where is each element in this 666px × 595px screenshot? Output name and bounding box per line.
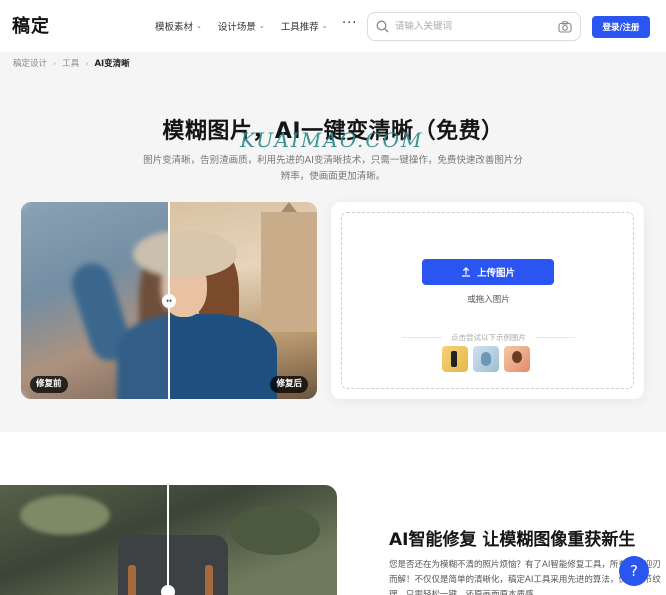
chevron-right-icon: › [53, 58, 57, 68]
upload-icon [461, 267, 470, 277]
sample-images [442, 346, 530, 372]
drag-handle-icon[interactable] [161, 585, 175, 595]
feature-image[interactable] [0, 485, 337, 595]
drag-handle-icon[interactable]: ↔ [162, 294, 176, 308]
chevron-down-icon: ⌄ [196, 22, 202, 30]
upload-dropzone[interactable]: 上传图片 或拖入图片 点击尝试以下示例图片 [341, 212, 634, 389]
nav-item-scenes[interactable]: 设计场景 ⌄ [218, 19, 265, 33]
breadcrumb-item[interactable]: 稿定设计 [13, 57, 47, 69]
page-subtitle: 图片变清晰，告别渣画质，利用先进的AI变清晰技术，只需一键操作，免费快速改善图片… [143, 155, 523, 182]
logo[interactable]: 稿定 [12, 12, 50, 38]
sample-label: 点击尝试以下示例图片 [451, 333, 526, 342]
nav-item-label: 设计场景 [217, 22, 256, 33]
blur-overlay [21, 202, 169, 399]
nav-item-label: 模板素材 [155, 22, 194, 33]
breadcrumb-item[interactable]: 工具 [62, 57, 79, 69]
sample-image-product[interactable] [442, 346, 468, 372]
sample-image-bottle[interactable] [473, 346, 499, 372]
nav-item-label: 工具推荐 [280, 22, 319, 33]
search-icon [376, 20, 389, 33]
compare-divider[interactable] [167, 485, 169, 595]
before-after-comparison[interactable]: ↔ 修复前 修复后 [21, 202, 317, 399]
chevron-down-icon: ⌄ [321, 22, 328, 30]
main-nav: 模板素材 ⌄ 设计场景 ⌄ 工具推荐 ⌄ [155, 19, 328, 33]
divider [535, 337, 575, 338]
search-input[interactable] [395, 21, 558, 32]
upload-button-label: 上传图片 [476, 268, 515, 279]
more-menu-icon[interactable]: ··· [342, 16, 357, 31]
camera-icon[interactable] [558, 20, 572, 33]
chevron-down-icon: ⌄ [258, 22, 265, 30]
top-header: 稿定 模板素材 ⌄ 设计场景 ⌄ 工具推荐 ⌄ ··· 登录/注册 [0, 0, 666, 52]
backpack-strap [128, 565, 136, 595]
search-box[interactable] [367, 12, 581, 41]
nav-item-templates[interactable]: 模板素材 ⌄ [155, 19, 202, 33]
chevron-right-icon: › [85, 58, 89, 68]
upload-image-button[interactable]: 上传图片 [422, 259, 554, 285]
nav-item-tools[interactable]: 工具推荐 ⌄ [281, 19, 328, 33]
foliage [230, 505, 320, 555]
help-button[interactable]: ? [619, 556, 649, 586]
drag-hint: 或拖入图片 [467, 295, 510, 305]
login-register-button[interactable]: 登录/注册 [592, 16, 650, 38]
breadcrumb: 稿定设计 › 工具 › AI变清晰 [13, 57, 130, 70]
before-tag: 修复前 [30, 376, 68, 393]
watermark: KUAIMAO.COM [240, 128, 424, 152]
sample-image-portrait[interactable] [504, 346, 530, 372]
after-tag: 修复后 [270, 376, 308, 393]
backpack-strap [205, 565, 213, 595]
breadcrumb-current: AI变清晰 [94, 59, 130, 69]
foliage [20, 495, 110, 535]
upload-panel: 上传图片 或拖入图片 点击尝试以下示例图片 [331, 202, 644, 399]
feature-title: AI智能修复 让模糊图像重获新生 [389, 530, 636, 550]
building [261, 212, 317, 332]
